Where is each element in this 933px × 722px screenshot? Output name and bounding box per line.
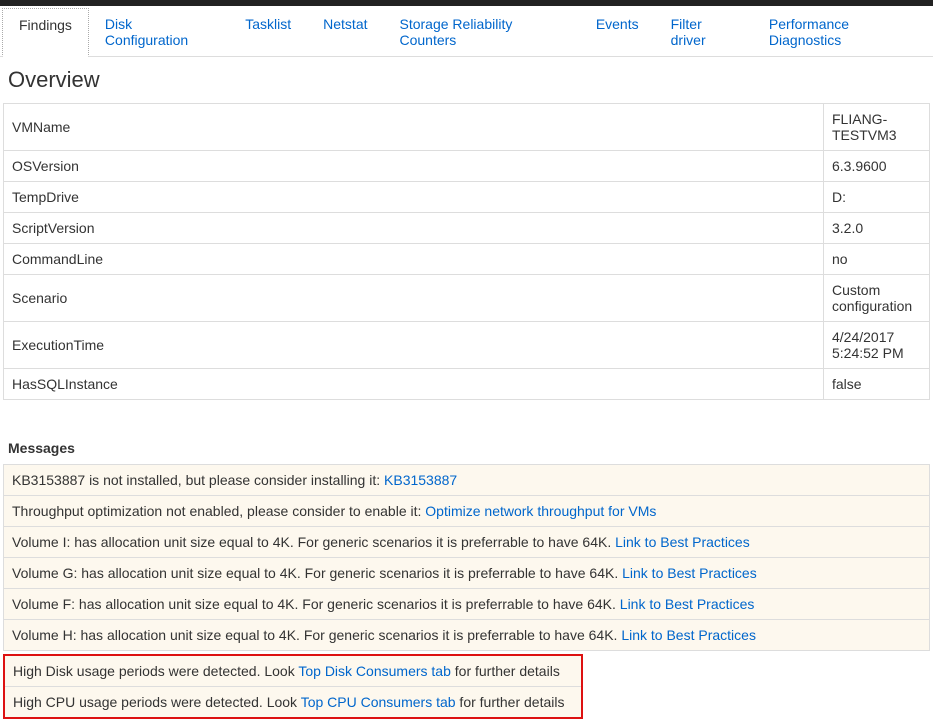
tab-bar: FindingsDisk ConfigurationTasklistNetsta… [0, 6, 933, 57]
overview-key: ScriptVersion [4, 213, 824, 244]
overview-key: HasSQLInstance [4, 369, 824, 400]
highlight-link[interactable]: Top CPU Consumers tab [301, 694, 456, 710]
overview-key: VMName [4, 104, 824, 151]
message-text: Volume F: has allocation unit size equal… [12, 596, 620, 612]
message-row: Volume I: has allocation unit size equal… [4, 527, 930, 558]
highlight-text-post: for further details [451, 663, 560, 679]
message-row: KB3153887 is not installed, but please c… [4, 465, 930, 496]
message-cell: Volume F: has allocation unit size equal… [4, 589, 930, 620]
messages-heading: Messages [8, 440, 925, 456]
table-row: HasSQLInstancefalse [4, 369, 930, 400]
message-link[interactable]: Link to Best Practices [621, 627, 756, 643]
overview-key: Scenario [4, 275, 824, 322]
tab-filter-driver[interactable]: Filter driver [655, 8, 753, 56]
table-row: ScenarioCustom configuration [4, 275, 930, 322]
overview-value: 3.2.0 [824, 213, 930, 244]
tab-events[interactable]: Events [580, 8, 655, 56]
table-row: ScriptVersion3.2.0 [4, 213, 930, 244]
message-cell: Volume I: has allocation unit size equal… [4, 527, 930, 558]
tab-tasklist[interactable]: Tasklist [229, 8, 307, 56]
overview-value: FLIANG-TESTVM3 [824, 104, 930, 151]
message-row: Throughput optimization not enabled, ple… [4, 496, 930, 527]
table-row: OSVersion6.3.9600 [4, 151, 930, 182]
highlight-link[interactable]: Top Disk Consumers tab [298, 663, 451, 679]
message-link[interactable]: Optimize network throughput for VMs [425, 503, 656, 519]
highlight-text-post: for further details [456, 694, 565, 710]
highlight-row: High CPU usage periods were detected. Lo… [5, 687, 581, 717]
message-link[interactable]: Link to Best Practices [622, 565, 757, 581]
highlight-text: High Disk usage periods were detected. L… [13, 663, 298, 679]
message-row: Volume F: has allocation unit size equal… [4, 589, 930, 620]
tab-disk-configuration[interactable]: Disk Configuration [89, 8, 229, 56]
message-text: Throughput optimization not enabled, ple… [12, 503, 425, 519]
message-cell: Throughput optimization not enabled, ple… [4, 496, 930, 527]
overview-table: VMNameFLIANG-TESTVM3OSVersion6.3.9600Tem… [3, 103, 930, 400]
overview-value: 6.3.9600 [824, 151, 930, 182]
message-link[interactable]: Link to Best Practices [620, 596, 755, 612]
message-cell: Volume H: has allocation unit size equal… [4, 620, 930, 651]
highlight-callout: High Disk usage periods were detected. L… [3, 654, 583, 719]
table-row: CommandLineno [4, 244, 930, 275]
messages-table: KB3153887 is not installed, but please c… [3, 464, 930, 651]
overview-heading: Overview [8, 67, 925, 93]
overview-value: no [824, 244, 930, 275]
overview-key: OSVersion [4, 151, 824, 182]
message-cell: KB3153887 is not installed, but please c… [4, 465, 930, 496]
overview-value: false [824, 369, 930, 400]
highlight-row: High Disk usage periods were detected. L… [5, 656, 581, 687]
table-row: VMNameFLIANG-TESTVM3 [4, 104, 930, 151]
overview-key: CommandLine [4, 244, 824, 275]
table-row: ExecutionTime4/24/2017 5:24:52 PM [4, 322, 930, 369]
overview-value: 4/24/2017 5:24:52 PM [824, 322, 930, 369]
message-cell: Volume G: has allocation unit size equal… [4, 558, 930, 589]
tab-netstat[interactable]: Netstat [307, 8, 383, 56]
message-text: Volume G: has allocation unit size equal… [12, 565, 622, 581]
message-link[interactable]: KB3153887 [384, 472, 457, 488]
tab-storage-reliability-counters[interactable]: Storage Reliability Counters [384, 8, 580, 56]
table-row: TempDriveD: [4, 182, 930, 213]
tab-performance-diagnostics[interactable]: Performance Diagnostics [753, 8, 933, 56]
overview-key: TempDrive [4, 182, 824, 213]
tab-findings[interactable]: Findings [2, 8, 89, 57]
overview-key: ExecutionTime [4, 322, 824, 369]
message-row: Volume G: has allocation unit size equal… [4, 558, 930, 589]
highlight-text: High CPU usage periods were detected. Lo… [13, 694, 301, 710]
overview-value: Custom configuration [824, 275, 930, 322]
message-link[interactable]: Link to Best Practices [615, 534, 750, 550]
message-row: Volume H: has allocation unit size equal… [4, 620, 930, 651]
message-text: Volume I: has allocation unit size equal… [12, 534, 615, 550]
message-text: Volume H: has allocation unit size equal… [12, 627, 621, 643]
message-text: KB3153887 is not installed, but please c… [12, 472, 384, 488]
overview-value: D: [824, 182, 930, 213]
